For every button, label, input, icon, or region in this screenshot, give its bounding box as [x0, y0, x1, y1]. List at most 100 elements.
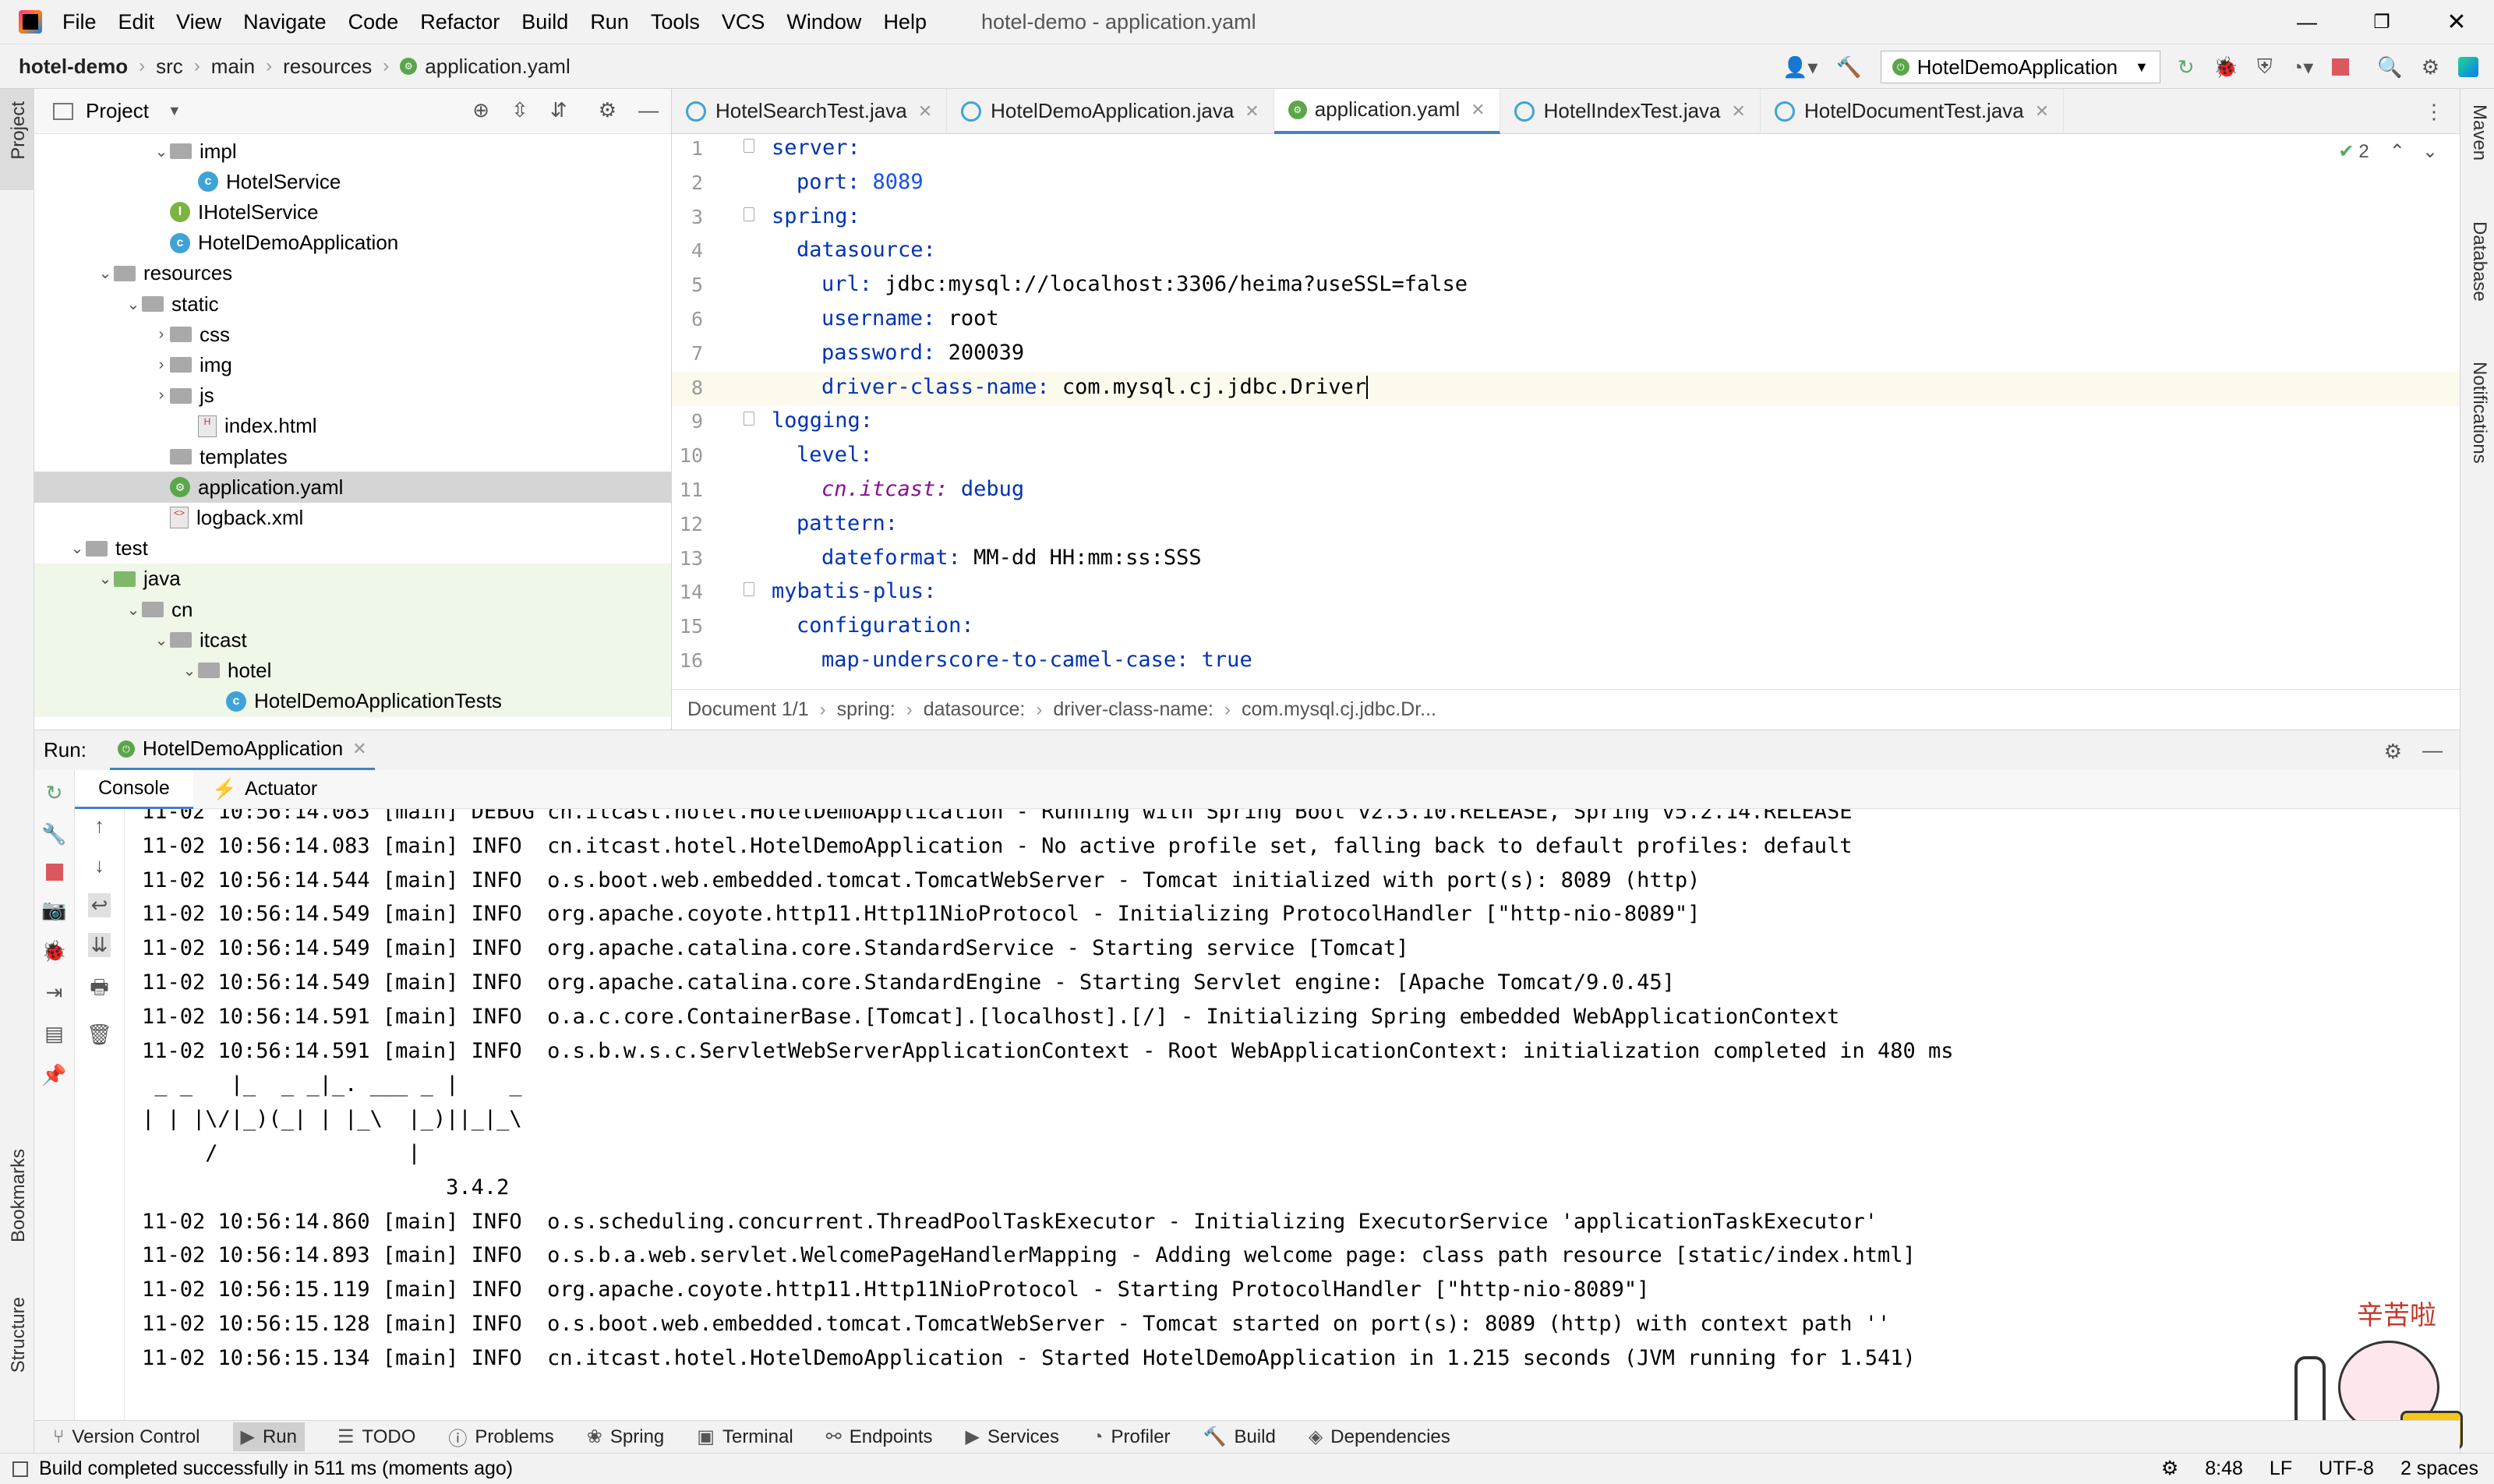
chevron-down-icon[interactable]: ⌄ — [153, 631, 170, 650]
locate-icon[interactable]: ⊕ — [472, 98, 489, 122]
menu-navigate[interactable]: Navigate — [243, 10, 327, 34]
chevron-down-icon[interactable]: ▼ — [168, 103, 182, 119]
toolbox-icon[interactable] — [2458, 57, 2478, 77]
editor-breadcrumb-item[interactable]: spring: — [837, 698, 896, 721]
more-tabs-icon[interactable]: ⋮ — [2424, 100, 2444, 124]
chevron-down-icon[interactable]: ⌄ — [2422, 140, 2438, 163]
toolwindow-spring[interactable]: ❀ Spring — [587, 1426, 664, 1448]
tree-item[interactable]: › img — [34, 349, 671, 380]
inspection-widget[interactable]: ✔ 2 ⌃ ⌄ — [2338, 140, 2438, 163]
project-panel-title[interactable]: Project — [86, 99, 149, 123]
restore-button[interactable]: ❐ — [2344, 11, 2419, 34]
toolwindow-version-control[interactable]: ⑂ Version Control — [53, 1426, 200, 1448]
hide-icon[interactable]: — — [638, 98, 659, 122]
project-stripe-button[interactable]: Project — [0, 89, 34, 190]
arrow-down-icon[interactable]: ↓ — [94, 853, 104, 878]
actuator-tab[interactable]: ⚡ Actuator — [193, 770, 336, 809]
camera-icon[interactable]: 📷 — [41, 898, 66, 922]
close-icon[interactable]: ✕ — [918, 101, 932, 122]
indent-setting[interactable]: 2 spaces — [2400, 1458, 2478, 1480]
tree-item[interactable]: <> logback.xml — [34, 502, 671, 533]
chevron-down-icon[interactable]: ⌄ — [125, 295, 142, 314]
editor-tab[interactable]: HotelSearchTest.java ✕ — [672, 88, 948, 134]
menu-tools[interactable]: Tools — [651, 10, 700, 34]
toolwindow-build[interactable]: 🔨 Build — [1203, 1426, 1276, 1448]
tree-item[interactable]: ⌄ hotel — [34, 655, 671, 687]
line-separator[interactable]: LF — [2270, 1458, 2292, 1480]
console-tab[interactable]: Console — [75, 769, 193, 809]
menu-view[interactable]: View — [176, 10, 221, 34]
status-message[interactable]: Build completed successfully in 511 ms (… — [39, 1458, 513, 1480]
run-config-selector[interactable]: ⏻ HotelDemoApplication ▼ — [1880, 51, 2160, 83]
toolwindow-run[interactable]: ▶ Run — [232, 1422, 305, 1451]
menu-code[interactable]: Code — [348, 10, 399, 34]
caret-position[interactable]: 8:48 — [2205, 1458, 2243, 1480]
chevron-right-icon[interactable]: › — [153, 387, 170, 405]
power-save-icon[interactable]: ⚙ — [2161, 1457, 2178, 1480]
tree-item[interactable]: › js — [34, 380, 671, 412]
arrow-up-icon[interactable]: ↑ — [94, 814, 104, 838]
stop-icon[interactable] — [45, 864, 63, 881]
gear-icon[interactable]: ⚙ — [2384, 740, 2402, 764]
breadcrumb-project[interactable]: hotel-demo — [19, 55, 128, 79]
hide-icon[interactable]: — — [2422, 738, 2443, 762]
menu-file[interactable]: File — [62, 10, 97, 34]
tree-item[interactable]: c HotelDemoApplication — [34, 228, 671, 259]
editor-tab[interactable]: ⚙ application.yaml ✕ — [1273, 88, 1500, 134]
tree-item[interactable]: ⌄ static — [34, 288, 671, 320]
chevron-right-icon[interactable]: › — [153, 326, 170, 344]
trash-icon[interactable]: 🗑 — [87, 1023, 112, 1047]
maven-stripe-button[interactable]: Maven — [2468, 104, 2490, 161]
breadcrumb-resources[interactable]: resources — [283, 55, 372, 79]
toolwindow-terminal[interactable]: ▣ Terminal — [697, 1426, 793, 1448]
fold-marker-icon[interactable] — [744, 139, 754, 153]
tree-item[interactable]: templates — [34, 441, 671, 472]
toolwindow-endpoints[interactable]: ⚯ Endpoints — [826, 1426, 933, 1448]
status-toggle-icon[interactable] — [12, 1461, 28, 1477]
chevron-down-icon[interactable]: ⌄ — [181, 661, 198, 680]
menu-run[interactable]: Run — [590, 10, 629, 34]
stop-icon[interactable] — [2332, 58, 2350, 76]
breadcrumb-src[interactable]: src — [156, 55, 183, 79]
toolwindow-profiler[interactable]: ◔ Profiler — [1092, 1426, 1171, 1448]
close-icon[interactable]: ✕ — [2035, 101, 2049, 122]
exit-icon[interactable]: ⇥ — [46, 980, 63, 1005]
structure-stripe-button[interactable]: Structure — [8, 1297, 30, 1373]
gear-icon[interactable]: ⚙ — [599, 98, 616, 122]
chevron-down-icon[interactable]: ⌄ — [97, 263, 114, 283]
close-icon[interactable]: ✕ — [1245, 101, 1259, 122]
toolwindow-services[interactable]: ▶ Services — [966, 1426, 1060, 1448]
rerun-icon[interactable]: ↻ — [46, 781, 63, 805]
breadcrumb-main[interactable]: main — [211, 55, 255, 79]
profile-icon[interactable]: ◔▾ — [2291, 55, 2314, 80]
tree-item[interactable]: c HotelDemoApplicationTests — [34, 685, 671, 717]
gear-icon[interactable]: ⚙ — [2422, 55, 2439, 80]
close-window-button[interactable]: ✕ — [2419, 9, 2494, 36]
tree-item[interactable]: ⌄ impl — [34, 136, 671, 167]
notifications-stripe-button[interactable]: Notifications — [2468, 362, 2490, 464]
scroll-to-end-icon[interactable]: ⇊ — [87, 933, 111, 957]
minimize-button[interactable]: — — [2270, 10, 2344, 34]
layout-icon[interactable]: ▤ — [44, 1022, 64, 1046]
editor-breadcrumb-item[interactable]: driver-class-name: — [1053, 698, 1213, 721]
chevron-up-icon[interactable]: ⌃ — [2390, 140, 2405, 163]
tree-item[interactable]: › css — [34, 319, 671, 350]
debug-icon[interactable]: 🐞 — [2213, 55, 2238, 80]
menu-edit[interactable]: Edit — [118, 10, 155, 34]
close-icon[interactable]: ✕ — [1471, 100, 1485, 120]
close-icon[interactable]: ✕ — [352, 739, 366, 759]
fold-marker-icon[interactable] — [744, 207, 754, 221]
rerun-icon[interactable]: ↻ — [2178, 55, 2195, 80]
editor-tab[interactable]: HotelDemoApplication.java ✕ — [947, 88, 1274, 134]
menu-build[interactable]: Build — [521, 10, 568, 34]
tree-item[interactable]: c HotelService — [34, 166, 671, 197]
wrench-icon[interactable]: 🔧 — [41, 822, 66, 846]
soft-wrap-icon[interactable]: ↩ — [87, 893, 111, 917]
bookmarks-stripe-button[interactable]: Bookmarks — [8, 1149, 30, 1242]
tree-item[interactable]: Hindex.html — [34, 411, 671, 442]
tree-item[interactable]: ⚙ application.yaml — [34, 472, 671, 504]
expand-all-icon[interactable]: ⇳ — [511, 98, 528, 122]
coverage-icon[interactable]: ⛨ — [2257, 55, 2273, 80]
tree-item[interactable]: ⌄ test — [34, 533, 671, 564]
tree-item[interactable]: ⌄ cn — [34, 594, 671, 625]
